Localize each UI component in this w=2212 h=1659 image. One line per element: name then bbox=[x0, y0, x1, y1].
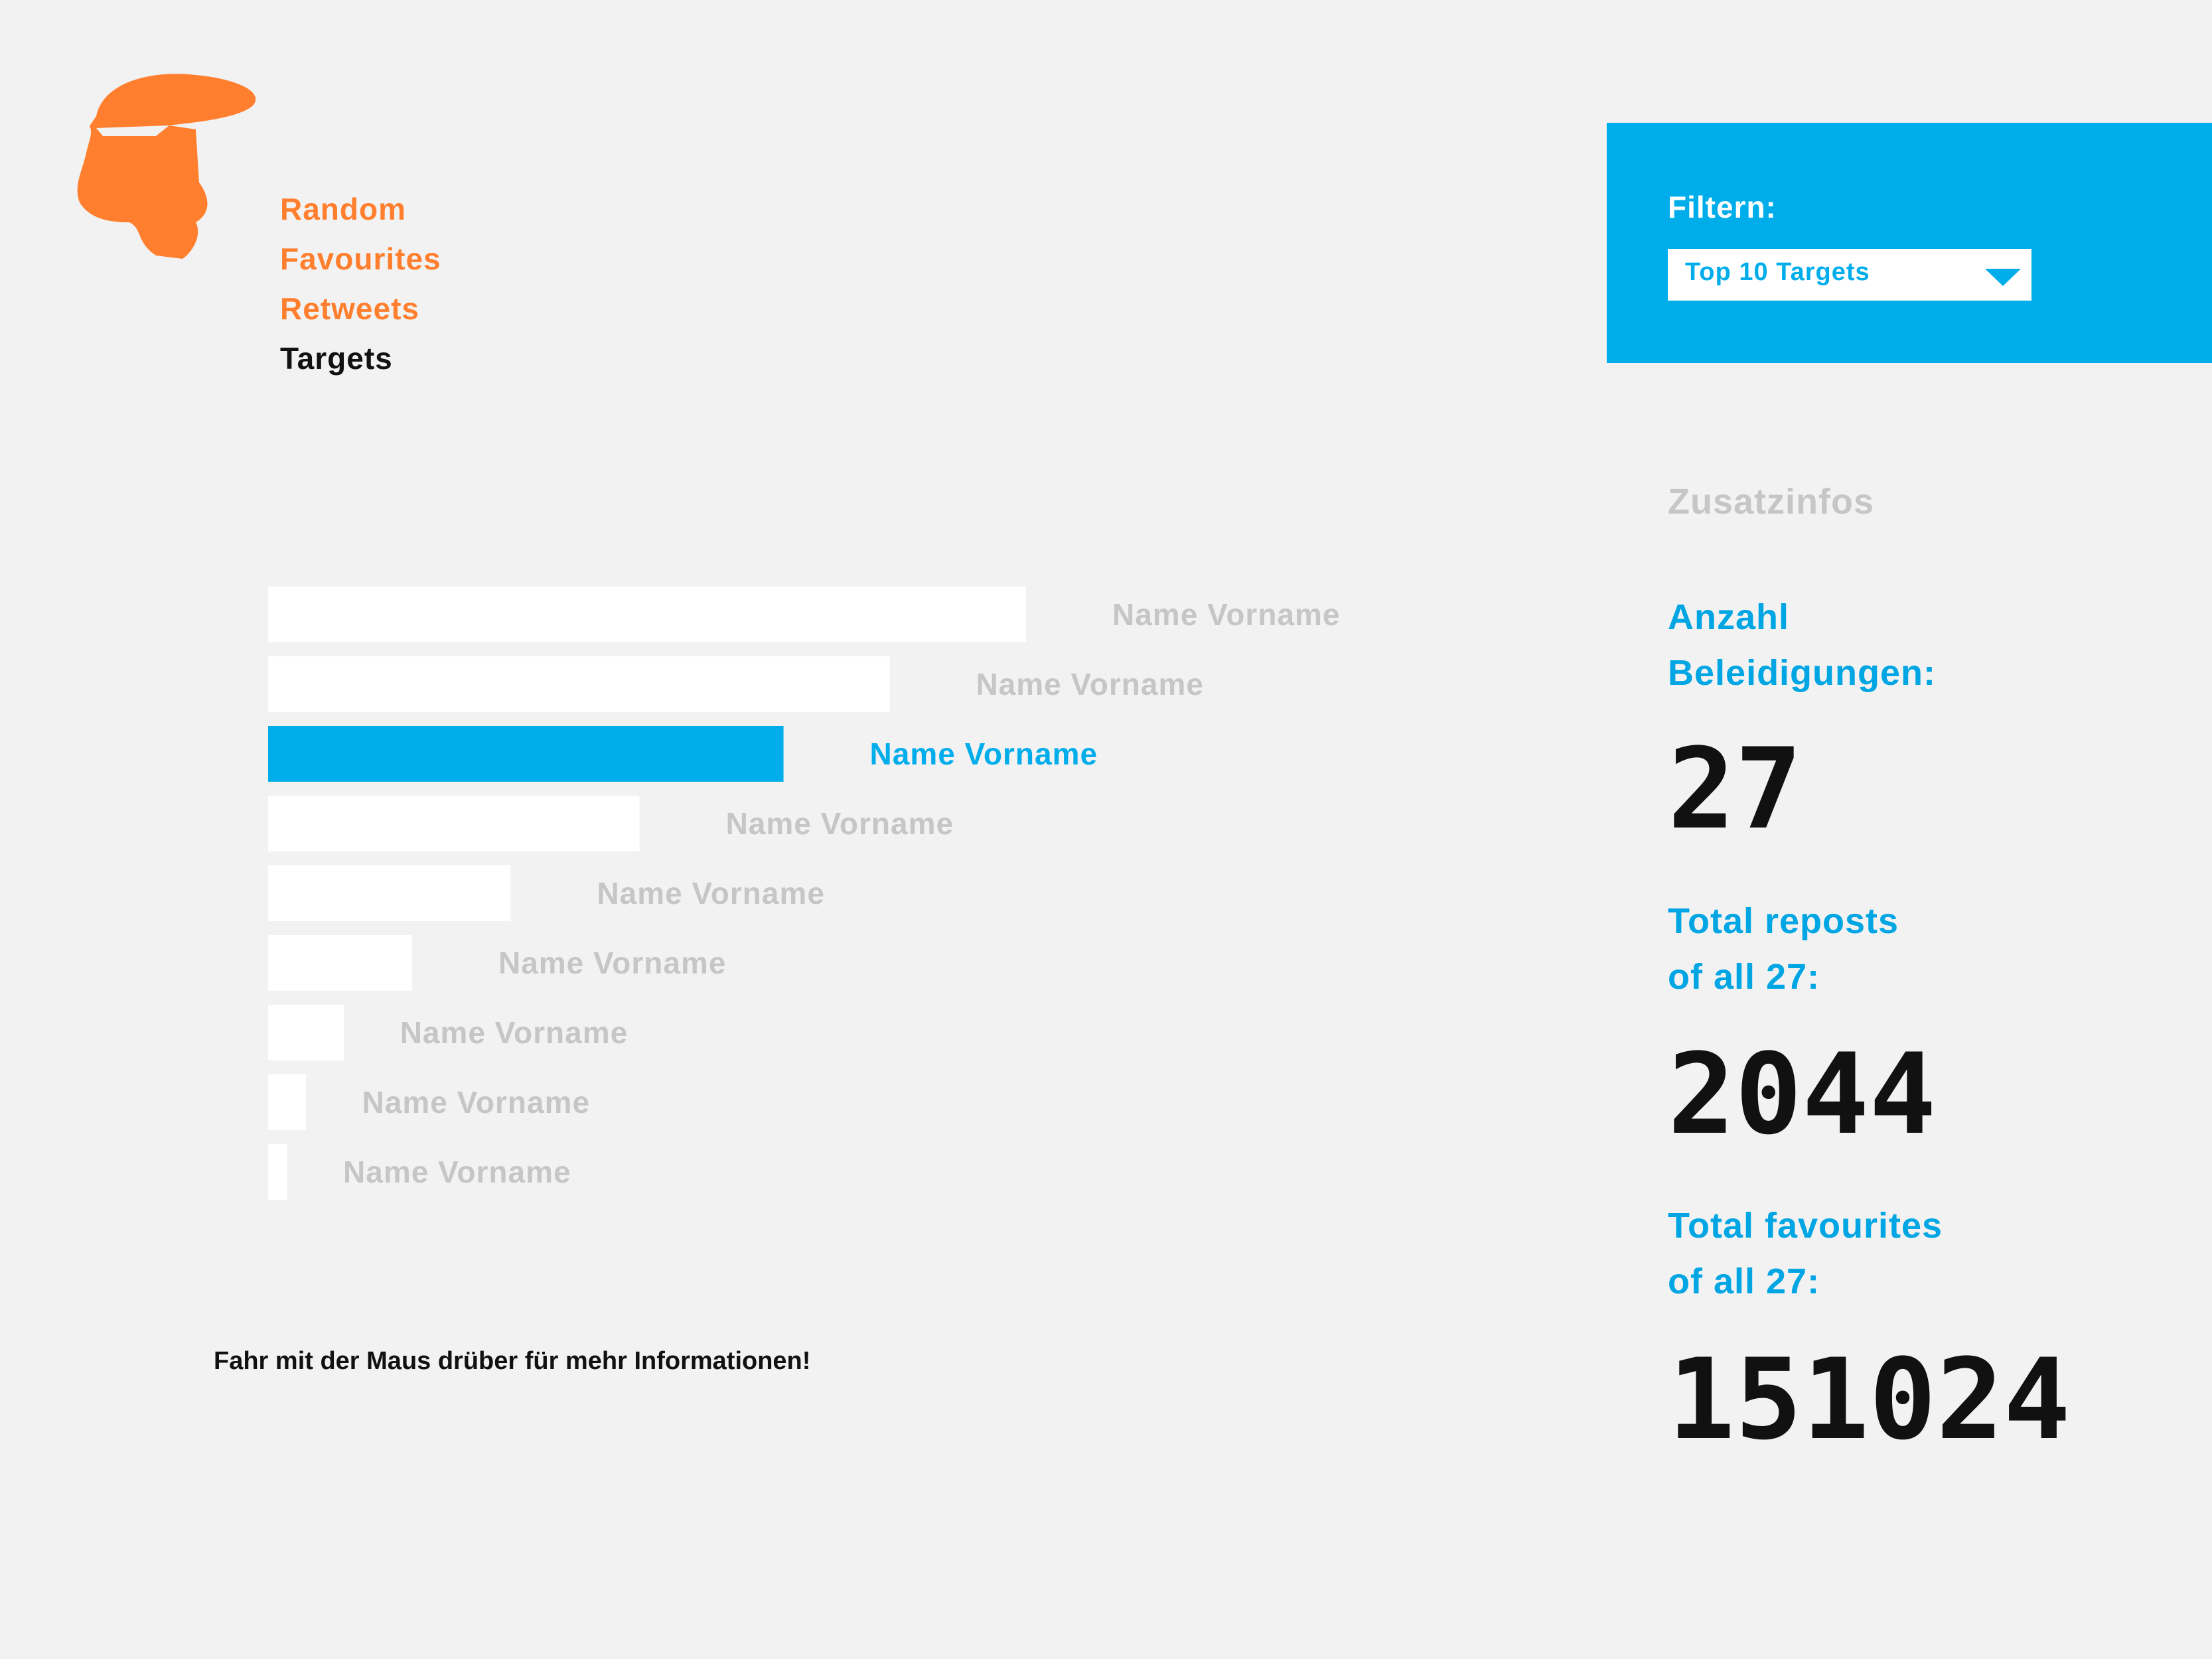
stat-label-line: Total reposts bbox=[1668, 901, 1899, 941]
bar-label-4[interactable]: Name Vorname bbox=[726, 806, 954, 841]
bar-2[interactable] bbox=[268, 656, 890, 712]
bar-label-5[interactable]: Name Vorname bbox=[597, 876, 825, 910]
bar-3[interactable] bbox=[268, 726, 784, 782]
filter-label: Filtern: bbox=[1668, 190, 1777, 224]
bar-label-1[interactable]: Name Vorname bbox=[1112, 597, 1341, 632]
filter-selected-value: Top 10 Targets bbox=[1685, 258, 1870, 286]
stat-value-reposts: 2044 bbox=[1668, 1029, 1937, 1159]
bar-label-8[interactable]: Name Vorname bbox=[362, 1085, 591, 1119]
stat-label-insults: Anzahl Beleidigungen: bbox=[1668, 589, 1936, 701]
bar-label-2[interactable]: Name Vorname bbox=[976, 667, 1204, 701]
bar-label-6[interactable]: Name Vorname bbox=[498, 946, 727, 980]
sidebar-heading: Zusatzinfos bbox=[1668, 482, 1875, 522]
hover-hint: Fahr mit der Maus drüber für mehr Inform… bbox=[214, 1347, 811, 1375]
bar-6[interactable] bbox=[268, 935, 412, 991]
stat-label-line: of all 27: bbox=[1668, 1262, 1820, 1301]
bar-5[interactable] bbox=[268, 865, 511, 921]
stat-label-line: Total favourites bbox=[1668, 1206, 1943, 1246]
stat-label-line: Beleidigungen: bbox=[1668, 653, 1936, 693]
filter-dropdown[interactable]: Top 10 Targets bbox=[1668, 249, 2031, 301]
stat-label-reposts: Total reposts of all 27: bbox=[1668, 893, 1899, 1005]
stat-label-favourites: Total favourites of all 27: bbox=[1668, 1198, 1943, 1309]
bar-label-7[interactable]: Name Vorname bbox=[400, 1015, 628, 1050]
bar-9[interactable] bbox=[268, 1144, 287, 1200]
bar-4[interactable] bbox=[268, 796, 640, 851]
bar-1[interactable] bbox=[268, 587, 1026, 642]
targets-bar-chart: Name Vorname Name Vorname Name Vorname Name… bbox=[268, 587, 1341, 1200]
filter-panel: Filtern: Top 10 Targets bbox=[1607, 123, 2212, 363]
stat-value-favourites: 151024 bbox=[1668, 1334, 2071, 1465]
bar-label-3[interactable]: Name Vorname bbox=[870, 737, 1098, 771]
bar-label-9[interactable]: Name Vorname bbox=[343, 1155, 571, 1189]
bar-7[interactable] bbox=[268, 1005, 344, 1060]
stat-label-line: Anzahl bbox=[1668, 597, 1790, 637]
stat-label-line: of all 27: bbox=[1668, 957, 1820, 997]
bar-8[interactable] bbox=[268, 1074, 307, 1130]
chevron-down-icon bbox=[1985, 269, 2021, 286]
stat-value-insults: 27 bbox=[1668, 724, 1803, 854]
